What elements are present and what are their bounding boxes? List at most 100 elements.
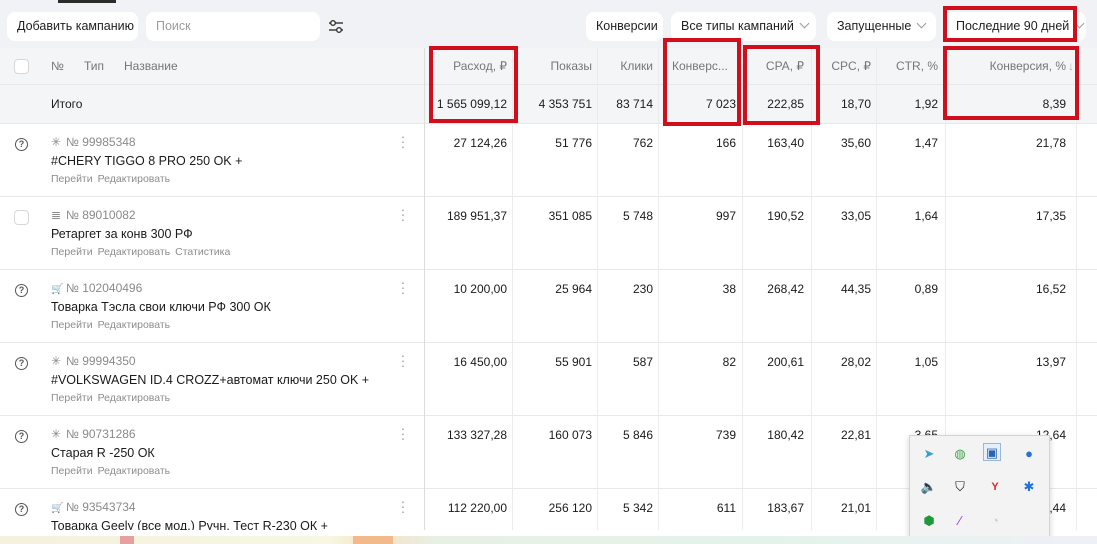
campaign-type-icon: ✳ bbox=[51, 135, 62, 149]
bluetooth-icon[interactable]: ✱ bbox=[1020, 478, 1038, 496]
chevron-down-icon bbox=[799, 18, 810, 29]
table-header: № Тип Название Расход, ₽ Показы Клики Ко… bbox=[0, 48, 1097, 85]
campaign-name[interactable]: #VOLKSWAGEN ID.4 CROZZ+автомат ключи 250… bbox=[51, 373, 369, 387]
conv-rate-cell: 16,52 bbox=[1035, 282, 1066, 296]
more-menu-icon[interactable]: · · · bbox=[400, 494, 406, 518]
go-link[interactable]: Перейти bbox=[51, 246, 93, 258]
kaspersky-icon[interactable]: ⬢ bbox=[920, 512, 938, 530]
taskbar-app[interactable] bbox=[353, 536, 393, 544]
help-icon[interactable]: ? bbox=[15, 503, 28, 516]
cpa-cell: 183,67 bbox=[767, 501, 804, 515]
active-tab-indicator bbox=[58, 0, 116, 3]
campaign-links: Перейти Редактировать bbox=[51, 465, 175, 477]
taskbar-app[interactable] bbox=[120, 536, 134, 544]
status-filter-label: Запущенные bbox=[837, 19, 912, 33]
chrome-badge-icon[interactable]: ● bbox=[1020, 445, 1038, 463]
header-clicks[interactable]: Клики bbox=[600, 48, 653, 85]
spend-highlight bbox=[429, 46, 518, 123]
security-shield-icon[interactable]: ⛉ bbox=[951, 478, 969, 496]
remote-icon[interactable]: ▣ bbox=[983, 443, 1001, 461]
spend-cell: 27 124,26 bbox=[453, 136, 507, 150]
add-campaign-button[interactable]: Добавить кампанию bbox=[7, 12, 138, 41]
row-checkbox[interactable] bbox=[14, 210, 29, 225]
cpc-cell: 21,01 bbox=[840, 501, 871, 515]
spend-cell: 133 327,28 bbox=[446, 428, 507, 442]
go-link[interactable]: Перейти bbox=[51, 465, 93, 477]
go-link[interactable]: Перейти bbox=[51, 392, 93, 404]
search-input[interactable]: Поиск bbox=[146, 12, 320, 41]
campaign-meta: ✳ № 99994350 bbox=[51, 354, 136, 368]
header-name[interactable]: Название bbox=[124, 48, 178, 85]
header-impressions[interactable]: Показы bbox=[515, 48, 592, 85]
arrow-icon[interactable]: ➤ bbox=[920, 445, 938, 463]
table-row[interactable]: ? ✳ № 99994350 #VOLKSWAGEN ID.4 CROZZ+авт… bbox=[0, 343, 1097, 416]
conv-rate-cell: 17,35 bbox=[1035, 209, 1066, 223]
help-icon[interactable]: ? bbox=[15, 357, 28, 370]
conversions-cell: 997 bbox=[715, 209, 736, 223]
more-menu-icon[interactable]: · · · bbox=[400, 421, 406, 445]
conversions-cell: 82 bbox=[722, 355, 736, 369]
cpa-cell: 163,40 bbox=[767, 136, 804, 150]
header-ctr[interactable]: CTR, % bbox=[880, 48, 938, 85]
column-divider bbox=[876, 48, 877, 530]
status-filter-select[interactable]: Запущенные bbox=[827, 12, 936, 41]
table-row[interactable]: ? 🛒 № 102040496 Товарка Тэсла свои ключи … bbox=[0, 270, 1097, 343]
clicks-cell: 230 bbox=[632, 282, 653, 296]
impressions-cell: 51 776 bbox=[555, 136, 592, 150]
clicks-cell: 5 342 bbox=[622, 501, 653, 515]
green-app-icon[interactable]: ◍ bbox=[951, 445, 969, 463]
more-menu-icon[interactable]: · · · bbox=[400, 202, 406, 226]
help-icon[interactable]: ? bbox=[15, 430, 28, 443]
help-icon[interactable]: ? bbox=[15, 284, 28, 297]
help-icon[interactable]: ? bbox=[15, 138, 28, 151]
conv-rate-cell: 13,97 bbox=[1035, 355, 1066, 369]
totals-cpc: 18,70 bbox=[840, 97, 871, 111]
header-type[interactable]: Тип bbox=[84, 48, 104, 85]
ghost-icon[interactable]: ◔ bbox=[986, 512, 1004, 530]
go-link[interactable]: Перейти bbox=[51, 319, 93, 331]
header-cpc[interactable]: CPC, ₽ bbox=[815, 48, 871, 85]
table-row[interactable]: ≣ № 89010082 Ретаргет за конв 300 РФ Пере… bbox=[0, 197, 1097, 270]
impressions-cell: 256 120 bbox=[548, 501, 592, 515]
more-menu-icon[interactable]: · · · bbox=[400, 129, 406, 153]
more-menu-icon[interactable]: · · · bbox=[400, 275, 406, 299]
filter-settings-icon[interactable] bbox=[322, 16, 350, 38]
pen-icon[interactable]: ⁄ bbox=[951, 512, 969, 530]
conversions-cell: 611 bbox=[716, 501, 736, 515]
cpa-highlight bbox=[743, 45, 820, 125]
campaign-name[interactable]: Старая R -250 ОК bbox=[51, 446, 155, 460]
edit-link[interactable]: Редактировать bbox=[98, 319, 171, 331]
campaign-links: Перейти Редактировать bbox=[51, 173, 175, 185]
totals-clicks: 83 714 bbox=[616, 97, 653, 111]
go-link[interactable]: Перейти bbox=[51, 173, 93, 185]
edit-link[interactable]: Редактировать bbox=[98, 465, 171, 477]
conversions-button[interactable]: Конверсии bbox=[586, 12, 663, 41]
edit-link[interactable]: Редактировать bbox=[98, 246, 171, 258]
cpa-cell: 200,61 bbox=[767, 355, 804, 369]
more-menu-icon[interactable]: · · · bbox=[400, 348, 406, 372]
campaign-types-select[interactable]: Все типы кампаний bbox=[671, 12, 816, 41]
impressions-cell: 351 085 bbox=[548, 209, 592, 223]
taskbar-strip bbox=[0, 536, 1097, 544]
volume-icon[interactable]: 🔈 bbox=[920, 478, 938, 496]
toolbar: Добавить кампанию Поиск Конверсии Все ти… bbox=[0, 0, 1097, 48]
campaign-name[interactable]: Товарка Тэсла свои ключи РФ 300 ОК bbox=[51, 300, 271, 314]
cpa-cell: 190,52 bbox=[767, 209, 804, 223]
edit-link[interactable]: Редактировать bbox=[98, 173, 171, 185]
column-divider bbox=[658, 48, 659, 530]
campaign-name[interactable]: Ретаргет за конв 300 РФ bbox=[51, 227, 193, 241]
spend-cell: 189 951,37 bbox=[446, 209, 507, 223]
campaign-name[interactable]: #CHERY TIGGO 8 PRO 250 OK + bbox=[51, 154, 242, 168]
cpc-cell: 33,05 bbox=[840, 209, 871, 223]
stats-link[interactable]: Статистика bbox=[175, 246, 230, 258]
header-number[interactable]: № bbox=[51, 48, 64, 85]
ctr-cell: 1,47 bbox=[914, 136, 938, 150]
select-all-checkbox[interactable] bbox=[14, 59, 29, 74]
conversions-cell: 739 bbox=[715, 428, 736, 442]
edit-link[interactable]: Редактировать bbox=[98, 392, 171, 404]
table-row[interactable]: ? ✳ № 99985348 #CHERY TIGGO 8 PRO 250 OK … bbox=[0, 124, 1097, 197]
cpc-cell: 22,81 bbox=[840, 428, 871, 442]
spend-cell: 10 200,00 bbox=[453, 282, 507, 296]
yandex-icon[interactable]: Y bbox=[986, 478, 1004, 496]
campaign-name[interactable]: Товарка Geely (все мод.) Ручн. Тест R-23… bbox=[51, 519, 328, 530]
